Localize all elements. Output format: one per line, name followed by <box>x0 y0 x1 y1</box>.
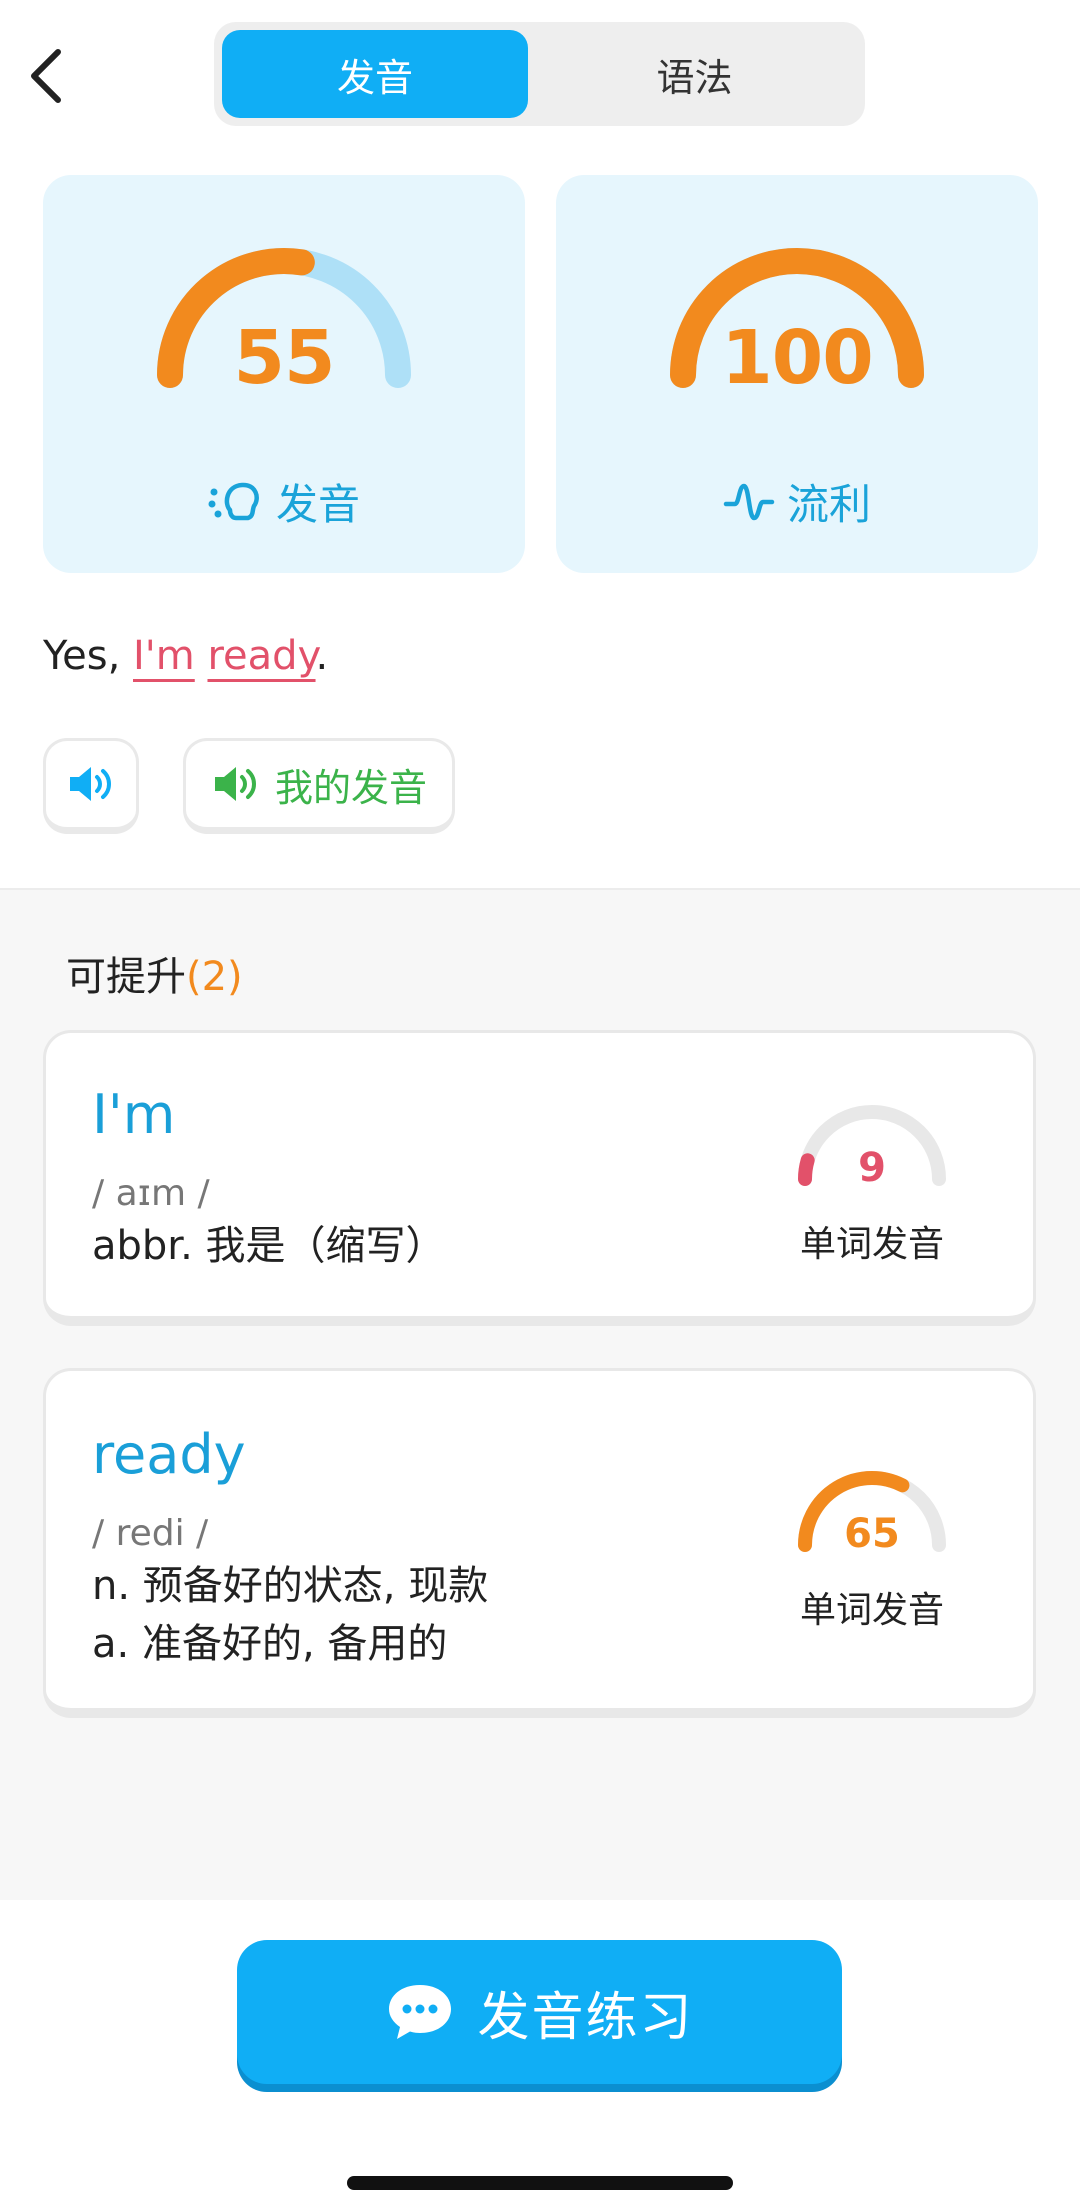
waveform-icon <box>723 483 775 520</box>
mode-segmented-control: 发音 语法 <box>214 22 865 126</box>
improvement-title-text: 可提升 <box>66 954 186 1000</box>
fluency-label: 流利 <box>556 471 1038 532</box>
word-card[interactable]: ready / redi / n. 预备好的状态, 现款 a. 准备好的, 备用… <box>43 1368 1036 1718</box>
pronunciation-practice-label: 发音练习 <box>477 1987 694 2048</box>
back-button[interactable] <box>14 36 78 116</box>
speaker-icon <box>70 767 111 801</box>
improvement-count: (2) <box>186 954 243 1000</box>
word-phonetic: / redi / <box>92 1513 209 1554</box>
fluency-label-text: 流利 <box>786 480 871 529</box>
fluency-score-card: 100 流利 <box>556 175 1038 573</box>
chat-bubble-icon <box>389 1985 452 2039</box>
pronunciation-label: 发音 <box>43 471 525 532</box>
pronunciation-score-value: 55 <box>233 315 336 401</box>
play-my-recording-button[interactable]: 我的发音 <box>183 738 455 834</box>
word-phonetic: / aɪm / <box>92 1173 210 1214</box>
word-score-value: 9 <box>858 1145 886 1191</box>
word-title: ready <box>92 1423 246 1486</box>
sentence-word-ready[interactable]: ready <box>207 633 315 679</box>
pronunciation-score-card: 55 发音 <box>43 175 525 573</box>
pronunciation-result-screen: 发音 语法 55 发音 100 流利 Yes, I'm ready. 我的发音 … <box>0 0 1080 2212</box>
home-indicator <box>347 2176 733 2190</box>
word-score-label: 单词发音 <box>799 1224 944 1265</box>
mouth-speak-icon <box>208 482 259 520</box>
sentence-suffix: . <box>315 633 329 679</box>
speaker-icon <box>214 767 256 801</box>
fluency-score-value: 100 <box>721 315 873 401</box>
word-definition: a. 准备好的, 备用的 <box>92 1621 448 1667</box>
word-score-label: 单词发音 <box>799 1590 944 1631</box>
word-definition: n. 预备好的状态, 现款 <box>92 1563 489 1609</box>
tab-grammar[interactable]: 语法 <box>532 30 857 118</box>
word-title: I'm <box>92 1083 176 1146</box>
pronunciation-label-text: 发音 <box>275 480 360 529</box>
play-reference-audio-button[interactable] <box>43 738 139 834</box>
word-score-value: 65 <box>844 1511 900 1557</box>
improvement-title: 可提升(2) <box>66 944 243 1002</box>
tab-pronunciation[interactable]: 发音 <box>222 30 528 118</box>
my-recording-label: 我的发音 <box>274 765 427 810</box>
sentence-prefix: Yes, <box>43 633 133 679</box>
sentence-word-im[interactable]: I'm <box>133 633 195 679</box>
word-card[interactable]: I'm / aɪm / abbr. 我是（缩写） 9 单词发音 <box>43 1030 1036 1326</box>
chevron-left-icon <box>31 49 61 103</box>
word-definition: abbr. 我是（缩写） <box>92 1223 446 1269</box>
sentence-space <box>195 633 208 679</box>
pronunciation-practice-button[interactable]: 发音练习 <box>237 1940 842 2084</box>
practice-sentence: Yes, I'm ready. <box>43 633 328 679</box>
